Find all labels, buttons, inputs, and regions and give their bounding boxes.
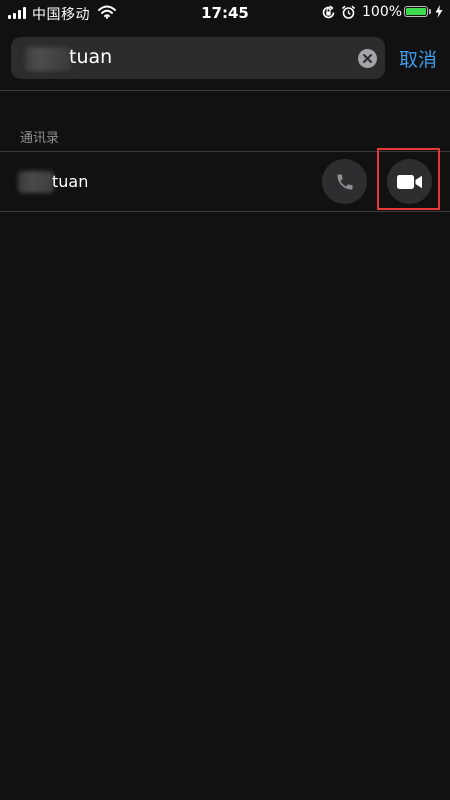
redacted-text-blur bbox=[18, 171, 54, 193]
charging-bolt-icon bbox=[435, 5, 443, 22]
battery-icon bbox=[404, 6, 428, 17]
highlight-box bbox=[377, 148, 440, 210]
orientation-lock-icon bbox=[321, 5, 336, 24]
alarm-icon bbox=[341, 5, 356, 24]
battery-percent: 100% bbox=[362, 4, 403, 20]
divider bbox=[0, 211, 450, 212]
contact-name: tuan bbox=[52, 172, 89, 191]
cancel-button[interactable]: 取消 bbox=[399, 45, 437, 72]
divider bbox=[0, 90, 450, 91]
search-query-text: tuan bbox=[69, 46, 113, 68]
section-header-contacts: 通讯录 bbox=[20, 131, 60, 146]
audio-call-button[interactable] bbox=[322, 159, 367, 204]
battery-cap bbox=[429, 9, 431, 14]
redacted-text-blur bbox=[25, 47, 71, 71]
status-bar: 中国移动 17:45 100% bbox=[0, 0, 450, 26]
phone-icon bbox=[337, 174, 352, 189]
clear-icon[interactable] bbox=[358, 49, 377, 68]
search-input[interactable]: tuan bbox=[11, 37, 385, 79]
